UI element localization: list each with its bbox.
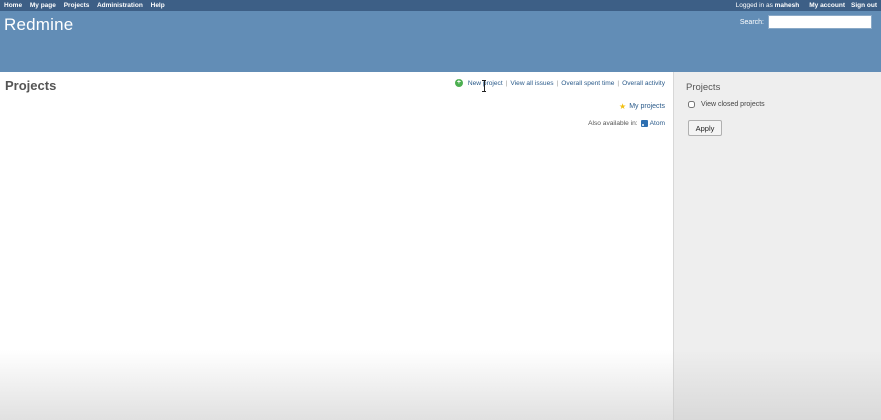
top-menu-right: Logged in as mahesh My account Sign out — [736, 2, 877, 9]
content: Projects + New project | View all issues… — [0, 72, 673, 420]
view-closed-projects[interactable]: View closed projects — [688, 101, 765, 108]
app-title[interactable]: Redmine — [4, 15, 73, 35]
separator: | — [556, 79, 559, 87]
top-menu: Home My page Projects Administration Hel… — [0, 0, 881, 11]
plus-circle-icon: + — [454, 79, 463, 87]
atom-label: Atom — [649, 120, 665, 127]
apply-button[interactable]: Apply — [688, 120, 722, 136]
search-input[interactable] — [768, 15, 872, 29]
overall-activity-link[interactable]: Overall activity — [622, 80, 665, 87]
top-menu-administration[interactable]: Administration — [97, 2, 143, 9]
overall-spent-time-link[interactable]: Overall spent time — [561, 80, 614, 87]
top-menu-my-page[interactable]: My page — [30, 2, 56, 9]
top-menu-left: Home My page Projects Administration Hel… — [4, 2, 171, 9]
logged-in-as: Logged in as mahesh — [736, 2, 800, 9]
separator: | — [617, 79, 620, 87]
my-projects-link[interactable]: ★ My projects — [619, 102, 665, 111]
sidebar: Projects View closed projects Apply — [673, 72, 881, 420]
top-menu-help[interactable]: Help — [151, 2, 165, 9]
atom-feed-link[interactable]: Atom — [640, 120, 665, 127]
feed-icon — [640, 120, 648, 127]
new-project-link[interactable]: New project — [468, 80, 503, 87]
also-available-label: Also available in: — [588, 120, 638, 127]
logged-in-prefix: Logged in as — [735, 2, 773, 9]
my-account-link[interactable]: My account — [809, 2, 845, 9]
star-icon: ★ — [619, 102, 627, 111]
view-closed-projects-label: View closed projects — [701, 101, 765, 108]
sidebar-title: Projects — [686, 82, 721, 93]
sign-out-link[interactable]: Sign out — [851, 2, 877, 9]
view-all-issues-link[interactable]: View all issues — [510, 80, 553, 87]
search-label: Search: — [739, 18, 764, 26]
contextual-links: + New project | View all issues | Overal… — [454, 79, 665, 87]
top-menu-home[interactable]: Home — [4, 2, 22, 9]
top-menu-projects[interactable]: Projects — [64, 2, 90, 9]
header: Redmine Search: — [0, 11, 881, 72]
my-projects-label: My projects — [629, 103, 665, 110]
username-link[interactable]: mahesh — [775, 2, 800, 9]
page-title: Projects — [5, 78, 57, 93]
view-closed-projects-checkbox[interactable] — [688, 101, 695, 108]
main: Projects + New project | View all issues… — [0, 72, 881, 420]
quick-search: Search: — [740, 15, 872, 29]
separator: | — [505, 79, 508, 87]
other-formats: Also available in: Atom — [588, 120, 665, 127]
